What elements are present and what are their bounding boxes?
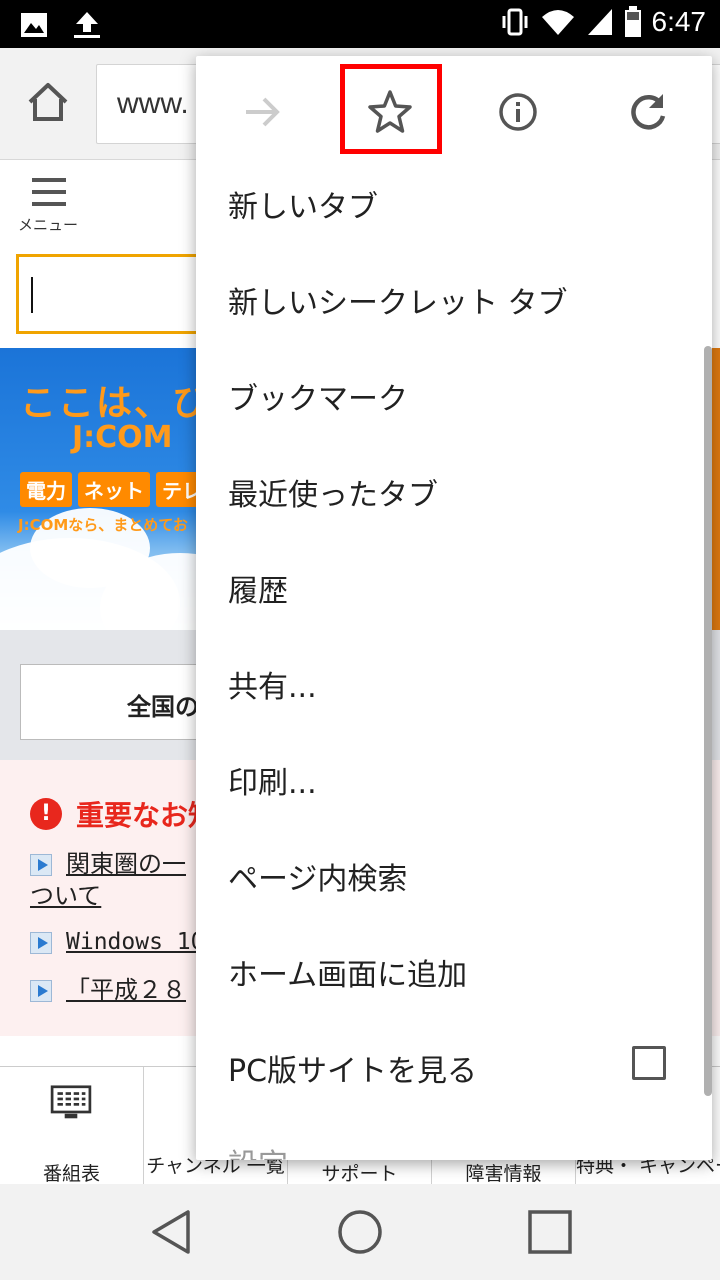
menu-scrollbar[interactable]	[704, 346, 712, 1096]
info-icon[interactable]	[486, 80, 550, 144]
notice-link[interactable]: 関東圏の一	[66, 848, 186, 880]
play-icon	[30, 932, 52, 954]
hamburger-icon	[32, 178, 66, 206]
nav-label: 障害情報	[465, 1163, 542, 1184]
nav-label: 番組表	[42, 1163, 100, 1184]
menu-history[interactable]: 履歴	[228, 566, 288, 610]
menu-print[interactable]: 印刷...	[228, 758, 317, 802]
alert-icon: !	[30, 798, 62, 830]
home-icon[interactable]	[26, 80, 70, 124]
menu-find-in-page[interactable]: ページ内検索	[228, 854, 407, 898]
banner-subtext: J:COMなら、まとめてお	[18, 516, 188, 534]
menu-settings[interactable]: 設定	[228, 1140, 288, 1160]
wifi-icon	[541, 10, 574, 35]
status-bar: 6:47	[0, 0, 720, 48]
highlight-box	[340, 64, 442, 154]
menu-share[interactable]: 共有...	[228, 662, 317, 706]
notice-item[interactable]: Windows 10	[30, 926, 204, 958]
back-icon[interactable]	[146, 1206, 198, 1258]
signal-icon	[587, 9, 612, 35]
home-circle-icon[interactable]	[334, 1206, 386, 1258]
battery-icon	[624, 6, 641, 37]
desktop-site-checkbox[interactable]	[632, 1046, 666, 1080]
notice-link[interactable]: 「平成２８	[66, 974, 186, 1006]
image-icon	[21, 13, 47, 37]
notice-title: 重要なお知	[76, 799, 217, 832]
nav-label: サポート	[321, 1163, 398, 1184]
banner-brand: J:COM	[72, 420, 173, 455]
menu-icon-row	[196, 56, 712, 168]
play-icon	[30, 980, 52, 1002]
overflow-menu: 新しいタブ 新しいシークレット タブ ブックマーク 最近使ったタブ 履歴 共有.…	[196, 56, 712, 1160]
banner-tag: ネット	[78, 472, 150, 507]
menu-new-tab[interactable]: 新しいタブ	[228, 182, 378, 226]
system-nav-bar	[0, 1184, 720, 1280]
tv-guide-icon	[50, 1085, 92, 1119]
menu-desktop-site[interactable]: PC版サイトを見る	[228, 1046, 477, 1090]
vibrate-icon	[502, 8, 527, 36]
play-icon	[30, 854, 52, 876]
notice-item[interactable]: 関東圏の一 ついて	[30, 848, 186, 912]
menu-add-to-home[interactable]: ホーム画面に追加	[228, 950, 467, 994]
reload-icon[interactable]	[616, 80, 680, 144]
banner-tag: 電力	[20, 472, 72, 507]
notice-item[interactable]: 「平成２８	[30, 974, 186, 1006]
url-text: www.	[117, 87, 189, 120]
site-menu-label: メニュー	[18, 216, 79, 234]
recents-icon[interactable]	[524, 1206, 576, 1258]
clock: 6:47	[651, 6, 707, 37]
nav-tv-guide[interactable]: 番組表	[0, 1067, 144, 1184]
site-menu-button[interactable]: メニュー	[18, 178, 82, 235]
menu-new-incognito-tab[interactable]: 新しいシークレット タブ	[228, 278, 568, 322]
upload-icon	[74, 12, 100, 38]
forward-icon[interactable]	[230, 80, 294, 144]
notice-link[interactable]: Windows 10	[66, 926, 204, 958]
region-button-label: 全国の	[127, 693, 199, 721]
menu-recent-tabs[interactable]: 最近使ったタブ	[228, 470, 438, 514]
notice-link-cont[interactable]: ついて	[30, 880, 186, 912]
menu-bookmarks[interactable]: ブックマーク	[228, 374, 408, 418]
